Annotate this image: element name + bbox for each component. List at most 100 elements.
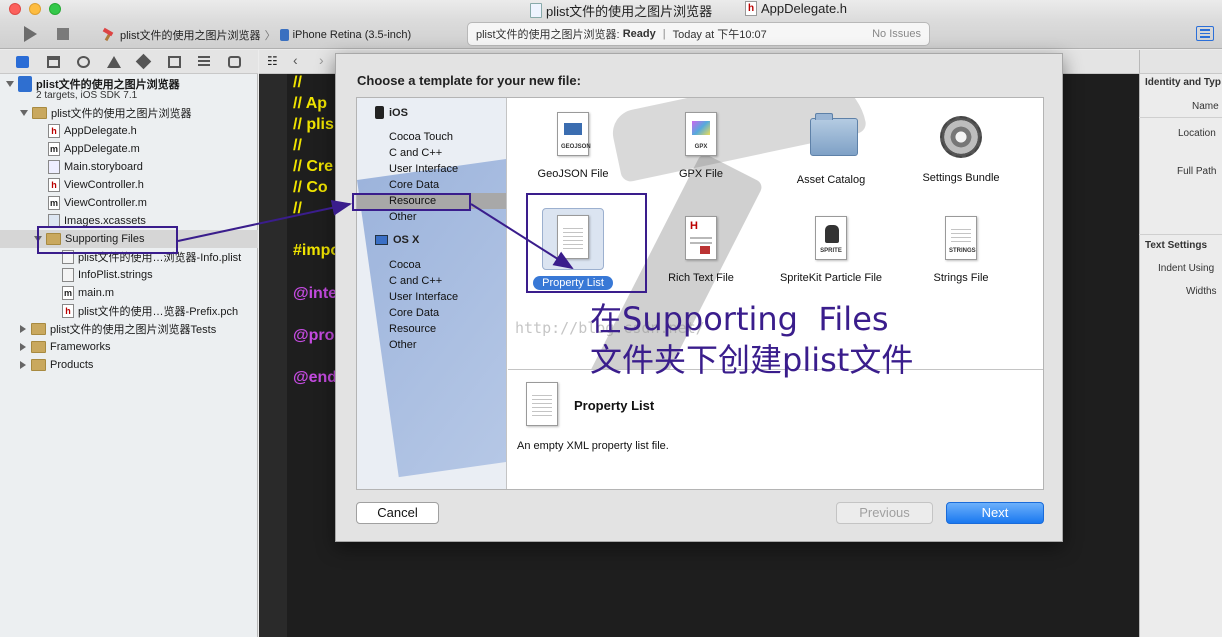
code-line: @pro [293,327,335,344]
zoom-window-button[interactable] [49,3,61,15]
category-item[interactable]: User Interface [357,161,506,177]
template-gpx[interactable]: GPX GPX File [636,112,766,180]
project-root-row[interactable]: plist文件的使用之图片浏览器 2 targets, iOS SDK 7.1 [0,74,258,102]
scheme-selector[interactable]: plist文件的使用之图片浏览器 〉 iPhone Retina (3.5-in… [102,27,411,43]
breakpoint-navigator-icon[interactable] [198,56,210,68]
group-label: plist文件的使用之图片浏览器Tests [50,324,217,336]
category-item[interactable]: Core Data [357,305,506,321]
category-item[interactable]: Other [357,337,506,353]
category-item[interactable]: C and C++ [357,145,506,161]
rich-text-icon: H [680,216,722,266]
file-row[interactable]: InfoPlist.strings [0,266,258,284]
back-arrow-icon[interactable]: ‹ [293,52,298,68]
platform-osx-label: OS X [393,234,420,246]
template-spritekit[interactable]: SPRITE SpriteKit Particle File [766,216,896,284]
activity-project: plist文件的使用之图片浏览器: [476,29,620,41]
window-tab-project-label: plist文件的使用之图片浏览器 [546,4,713,19]
category-item[interactable]: Cocoa [357,257,506,273]
template-geojson[interactable]: GEOJSON GeoJSON File [508,112,638,180]
report-navigator-icon[interactable] [228,56,241,68]
window-tab-file[interactable]: h AppDelegate.h [745,1,847,16]
issue-navigator-icon[interactable] [107,56,121,68]
related-items-icon[interactable]: ☷ [267,54,278,68]
platform-header-ios: iOS [375,106,408,119]
group-row[interactable]: Products [0,356,258,374]
category-item[interactable]: C and C++ [357,273,506,289]
file-label: AppDelegate.m [64,143,140,155]
cancel-button[interactable]: Cancel [356,502,439,524]
code-line: // plis [293,116,334,133]
next-button[interactable]: Next [946,502,1044,524]
close-window-button[interactable] [9,3,21,15]
template-rich-text[interactable]: H Rich Text File [636,216,766,284]
group-row[interactable]: plist文件的使用之图片浏览器Tests [0,320,258,338]
category-item[interactable]: Resource [357,321,506,337]
template-settings-bundle[interactable]: Settings Bundle [896,112,1026,184]
code-line: @inte [293,285,338,302]
file-row[interactable]: h AppDelegate.h [0,122,258,140]
disclosure-open-icon [20,110,28,116]
toggle-utilities-icon[interactable] [1196,26,1214,41]
code-line: #impo [293,242,341,259]
annotation-text: 在Supporting Files 文件夹下创建plist文件 [590,299,913,381]
debug-navigator-icon[interactable] [168,56,181,68]
destination-name: iPhone Retina (3.5-inch) [292,29,412,41]
file-row[interactable]: Main.storyboard [0,158,258,176]
file-row[interactable]: h ViewController.h [0,176,258,194]
forward-arrow-icon[interactable]: › [319,52,324,68]
header-file-icon: h [48,124,60,138]
category-item[interactable]: Core Data [357,177,506,193]
find-navigator-icon[interactable] [77,56,90,68]
file-inspector [1139,74,1222,637]
location-label: Location [1178,128,1216,139]
chevron-right-icon: 〉 [264,30,276,42]
minimize-window-button[interactable] [29,3,41,15]
previous-button[interactable]: Previous [836,502,933,524]
group-row[interactable]: Frameworks [0,338,258,356]
template-label: GeoJSON File [537,168,609,180]
template-label: Strings File [933,272,989,284]
navigator-selector-bar [0,50,258,74]
stop-button-icon[interactable] [57,28,69,40]
group-main-row[interactable]: plist文件的使用之图片浏览器 [0,104,258,122]
sheet-title: Choose a template for your new file: [357,73,581,88]
geojson-icon: GEOJSON [552,112,594,162]
template-label: Asset Catalog [796,174,866,186]
template-asset-catalog[interactable]: Asset Catalog [766,112,896,186]
activity-issues: No Issues [872,28,921,40]
text-settings-title: Text Settings [1145,240,1208,251]
file-label: AppDelegate.h [64,125,137,137]
file-row[interactable]: m AppDelegate.m [0,140,258,158]
editor-gutter [259,74,287,637]
project-navigator-icon[interactable] [16,56,29,68]
group-label: Frameworks [50,341,111,353]
code-line: @end [293,369,338,386]
annotation-line-2: 文件夹下创建plist文件 [590,341,914,379]
group-label: Products [50,359,94,371]
implementation-file-icon: m [48,142,60,156]
run-button-icon[interactable] [24,26,37,42]
header-file-icon: h [62,304,74,318]
test-navigator-icon[interactable] [135,53,152,70]
symbol-navigator-icon[interactable] [47,56,60,68]
annotation-line-1: 在Supporting Files [590,300,889,338]
disclosure-closed-icon [20,361,26,369]
code-line: // Ap [293,95,328,112]
category-item[interactable]: User Interface [357,289,506,305]
iphone-icon [279,29,289,41]
file-row[interactable]: h plist文件的使用…览器-Prefix.pch [0,302,258,320]
category-item[interactable]: Other [357,209,506,225]
name-label: Name [1192,101,1219,112]
strings-icon: STRINGS [940,216,982,266]
template-strings[interactable]: STRINGS Strings File [896,216,1026,284]
activity-time: Today at 下午10:07 [672,29,767,41]
window-tab-project[interactable]: plist文件的使用之图片浏览器 [530,1,712,20]
settings-bundle-icon [940,116,982,166]
inspector-selector-bar [1139,50,1222,74]
activity-separator: | [662,28,666,40]
file-row[interactable]: m ViewController.m [0,194,258,212]
mac-icon [375,235,388,245]
category-item[interactable]: Cocoa Touch [357,129,506,145]
file-row[interactable]: m main.m [0,284,258,302]
template-chooser: iOS Cocoa Touch C and C++ User Interface… [356,97,1044,490]
